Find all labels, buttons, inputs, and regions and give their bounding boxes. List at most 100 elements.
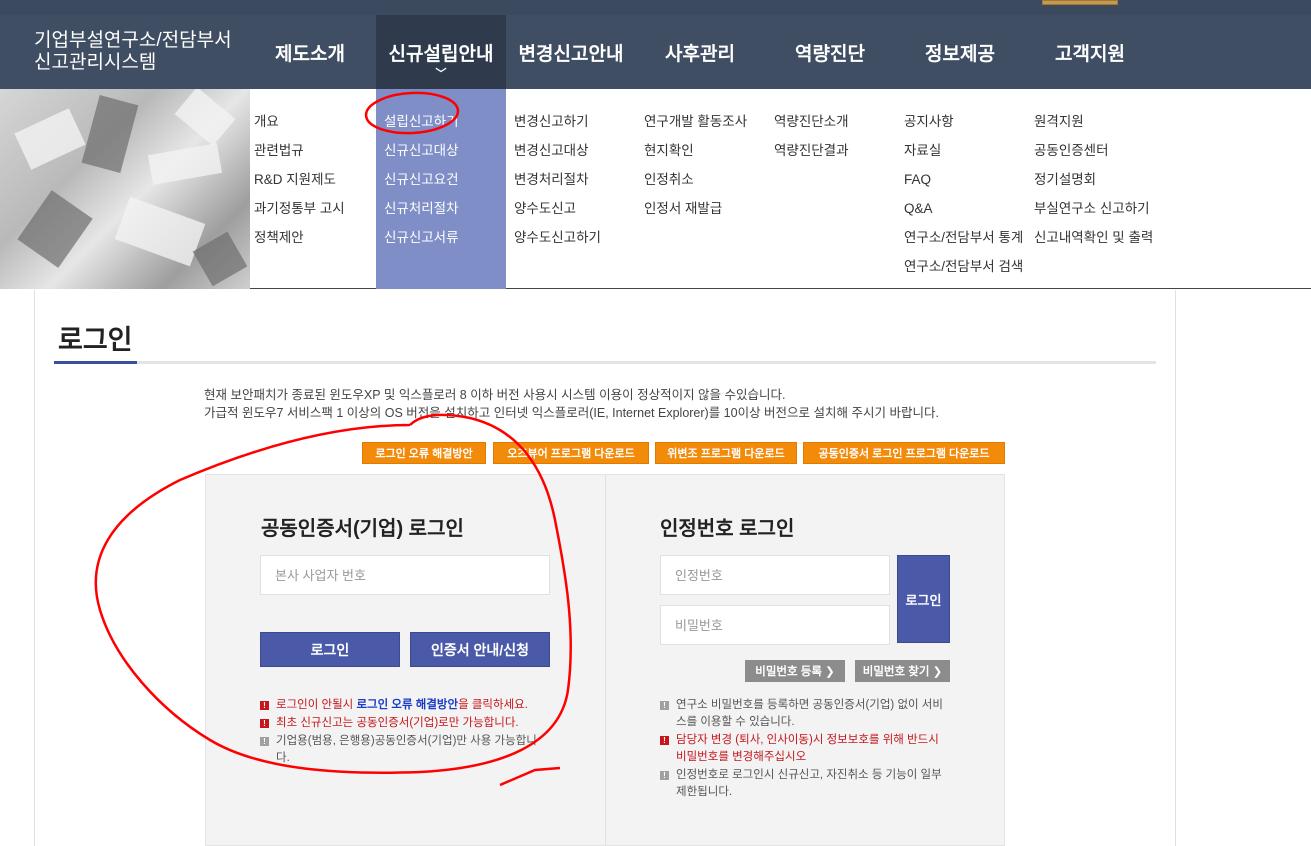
site-title-line2: 신고관리시스템: [34, 52, 157, 73]
cert-info2: 최초 신규신고는 공동인증서(기업)로만 가능합니다.: [276, 717, 519, 729]
approval-number-field[interactable]: [660, 555, 890, 595]
menu-link-rnd-support[interactable]: R&D 지원제도: [254, 165, 345, 194]
menu-link-capability-intro[interactable]: 역량진단소개: [774, 107, 849, 136]
nav-item-post-management[interactable]: 사후관리: [640, 15, 760, 89]
password-input[interactable]: [675, 617, 889, 633]
pin-info2: 담당자 변경 (퇴사, 인사이동)시 정보보호를 위해 반드시 비밀번호를 변경…: [676, 734, 939, 763]
menu-link-new-documents[interactable]: 신규신고서류: [384, 223, 506, 252]
cert-info1-pre: 로그인이 안될시: [276, 699, 357, 711]
nav-label: 고객지원: [1055, 43, 1125, 65]
menu-link-reissue[interactable]: 인정서 재발급: [644, 194, 747, 223]
notice-line-2: 가급적 윈도우7 서비스팩 1 이상의 OS 버전을 설치하고 인터넷 익스플로…: [204, 406, 939, 420]
menu-link-remote-support[interactable]: 원격지원: [1034, 107, 1153, 136]
menu-col-info: 공지사항 자료실 FAQ Q&A 연구소/전담부서 통계 연구소/전담부서 검색: [904, 107, 1023, 281]
content-border-left: [34, 290, 35, 846]
pin-info-row: ! 연구소 비밀번호를 등록하면 공동인증서(기업) 없이 서비스를 이용할 수…: [660, 697, 952, 731]
cert-login-button[interactable]: 로그인: [260, 632, 400, 667]
cert-info-row: ! 기업용(범용, 은행용)공동인증서(기업)만 사용 가능합니다.: [260, 733, 560, 767]
menu-link-change-procedure[interactable]: 변경처리절차: [514, 165, 601, 194]
info-bullet-icon: !: [660, 701, 669, 710]
menu-link-overview[interactable]: 개요: [254, 107, 345, 136]
page-title: 로그인: [58, 325, 133, 355]
menu-link-transfer-submit[interactable]: 양수도신고하기: [514, 223, 601, 252]
menu-link-new-target[interactable]: 신규신고대상: [384, 136, 506, 165]
menu-link-ministry-notice[interactable]: 과기정통부 고시: [254, 194, 345, 223]
browser-notice: 현재 보안패치가 종료된 윈도우XP 및 익스플로러 8 이하 버전 사용시 시…: [204, 386, 939, 422]
menu-col-intro: 개요 관련법규 R&D 지원제도 과기정통부 고시 정책제안: [254, 107, 345, 252]
nav-item-intro[interactable]: 제도소개: [250, 15, 370, 89]
ozviewer-download-button[interactable]: 오즈뷰어 프로그램 다운로드: [493, 442, 649, 464]
menu-link-rnd-survey[interactable]: 연구개발 활동조사: [644, 107, 747, 136]
approval-number-input[interactable]: [675, 567, 889, 583]
menu-link-change-target[interactable]: 변경신고대상: [514, 136, 601, 165]
menu-link-library[interactable]: 자료실: [904, 136, 1023, 165]
menu-link-capability-result[interactable]: 역량진단결과: [774, 136, 849, 165]
info-bullet-icon: !: [260, 719, 269, 728]
nav-item-capability[interactable]: 역량진단: [770, 15, 890, 89]
menu-link-policy-proposal[interactable]: 정책제안: [254, 223, 345, 252]
info-bullet-icon: !: [260, 701, 269, 710]
menu-link-new-requirements[interactable]: 신규신고요건: [384, 165, 506, 194]
cert-login-program-download-button[interactable]: 공동인증서 로그인 프로그램 다운로드: [803, 442, 1005, 464]
pin-info3: 인정번호로 로그인시 신규신고, 자진취소 등 기능이 일부 제한됩니다.: [676, 769, 942, 798]
business-number-field[interactable]: [260, 555, 550, 595]
cert-login-info: ! 로그인이 안될시 로그인 오류 해결방안을 클릭하세요. ! 최초 신규신고…: [260, 697, 560, 768]
menu-link-report-faulty[interactable]: 부실연구소 신고하기: [1034, 194, 1153, 223]
pin-info-row: ! 인정번호로 로그인시 신규신고, 자진취소 등 기능이 일부 제한됩니다.: [660, 767, 952, 801]
menu-link-briefing[interactable]: 정기설명회: [1034, 165, 1153, 194]
mega-menu: 개요 관련법규 R&D 지원제도 과기정통부 고시 정책제안 설립신고하기 신규…: [0, 89, 1311, 289]
nav-item-change-report[interactable]: 변경신고안내: [506, 15, 636, 89]
top-utility-bar: [0, 0, 1311, 15]
find-password-button[interactable]: 비밀번호 찾기 ❯: [855, 660, 950, 682]
menu-link-establishment-report[interactable]: 설립신고하기: [384, 107, 506, 136]
utility-button[interactable]: [1042, 0, 1118, 5]
menu-link-new-procedure[interactable]: 신규처리절차: [384, 194, 506, 223]
pin-login-info: ! 연구소 비밀번호를 등록하면 공동인증서(기업) 없이 서비스를 이용할 수…: [660, 697, 952, 802]
nav-label: 제도소개: [275, 43, 345, 65]
nav-item-support[interactable]: 고객지원: [1030, 15, 1150, 89]
pin-login-title: 인정번호 로그인: [660, 518, 795, 540]
menu-col-change: 변경신고하기 변경신고대상 변경처리절차 양수도신고 양수도신고하기: [514, 107, 601, 252]
pin-info1: 연구소 비밀번호를 등록하면 공동인증서(기업) 없이 서비스를 이용할 수 있…: [676, 699, 943, 728]
info-bullet-icon: !: [660, 771, 669, 780]
site-logo[interactable]: 기업부설연구소/전담부서 신고관리시스템: [34, 30, 232, 74]
menu-link-laws[interactable]: 관련법규: [254, 136, 345, 165]
title-divider-accent: [54, 361, 137, 364]
pin-login-button[interactable]: 로그인: [897, 555, 950, 643]
nav-item-new-establishment[interactable]: 신규설립안내 ﹀: [376, 15, 506, 89]
menu-link-statistics[interactable]: 연구소/전담부서 통계: [904, 223, 1023, 252]
cert-info3: 기업용(범용, 은행용)공동인증서(기업)만 사용 가능합니다.: [276, 735, 537, 764]
nav-item-information[interactable]: 정보제공: [900, 15, 1020, 89]
business-number-input[interactable]: [275, 567, 549, 583]
menu-link-site-check[interactable]: 현지확인: [644, 136, 747, 165]
decorative-banner-image: [0, 89, 250, 289]
menu-col-capability: 역량진단소개 역량진단결과: [774, 107, 849, 165]
menu-link-change-report[interactable]: 변경신고하기: [514, 107, 601, 136]
chevron-down-icon: ﹀: [435, 68, 447, 80]
anti-forgery-download-button[interactable]: 위변조 프로그램 다운로드: [655, 442, 797, 464]
menu-link-history-print[interactable]: 신고내역확인 및 출력: [1034, 223, 1153, 252]
notice-line-1: 현재 보안패치가 종료된 윈도우XP 및 익스플로러 8 이하 버전 사용시 시…: [204, 388, 786, 402]
menu-link-qna[interactable]: Q&A: [904, 194, 1023, 223]
menu-link-cancel-approval[interactable]: 인정취소: [644, 165, 747, 194]
menu-link-search[interactable]: 연구소/전담부서 검색: [904, 252, 1023, 281]
info-bullet-icon: !: [660, 736, 669, 745]
cert-guide-apply-button[interactable]: 인증서 안내/신청: [410, 632, 550, 667]
menu-link-faq[interactable]: FAQ: [904, 165, 1023, 194]
menu-col-new-establishment: 설립신고하기 신규신고대상 신규신고요건 신규처리절차 신규신고서류: [376, 89, 506, 289]
login-error-solution-link[interactable]: 로그인 오류 해결방안: [356, 699, 458, 711]
login-error-solution-button[interactable]: 로그인 오류 해결방안: [362, 442, 486, 464]
nav-label: 사후관리: [665, 43, 735, 65]
cert-login-title: 공동인증서(기업) 로그인: [261, 518, 464, 540]
menu-link-transfer-report[interactable]: 양수도신고: [514, 194, 601, 223]
content-border-right: [1175, 290, 1176, 846]
pin-info-row: ! 담당자 변경 (퇴사, 인사이동)시 정보보호를 위해 반드시 비밀번호를 …: [660, 732, 952, 766]
menu-link-notices[interactable]: 공지사항: [904, 107, 1023, 136]
nav-label: 신규설립안내: [388, 43, 494, 65]
site-title-line1: 기업부설연구소/전담부서: [34, 30, 232, 51]
header: 기업부설연구소/전담부서 신고관리시스템 제도소개 신규설립안내 ﹀ 변경신고안내…: [0, 15, 1311, 89]
menu-link-cert-center[interactable]: 공동인증센터: [1034, 136, 1153, 165]
cert-info-row: ! 최초 신규신고는 공동인증서(기업)로만 가능합니다.: [260, 715, 560, 732]
register-password-button[interactable]: 비밀번호 등록 ❯: [745, 660, 845, 682]
password-field[interactable]: [660, 605, 890, 645]
